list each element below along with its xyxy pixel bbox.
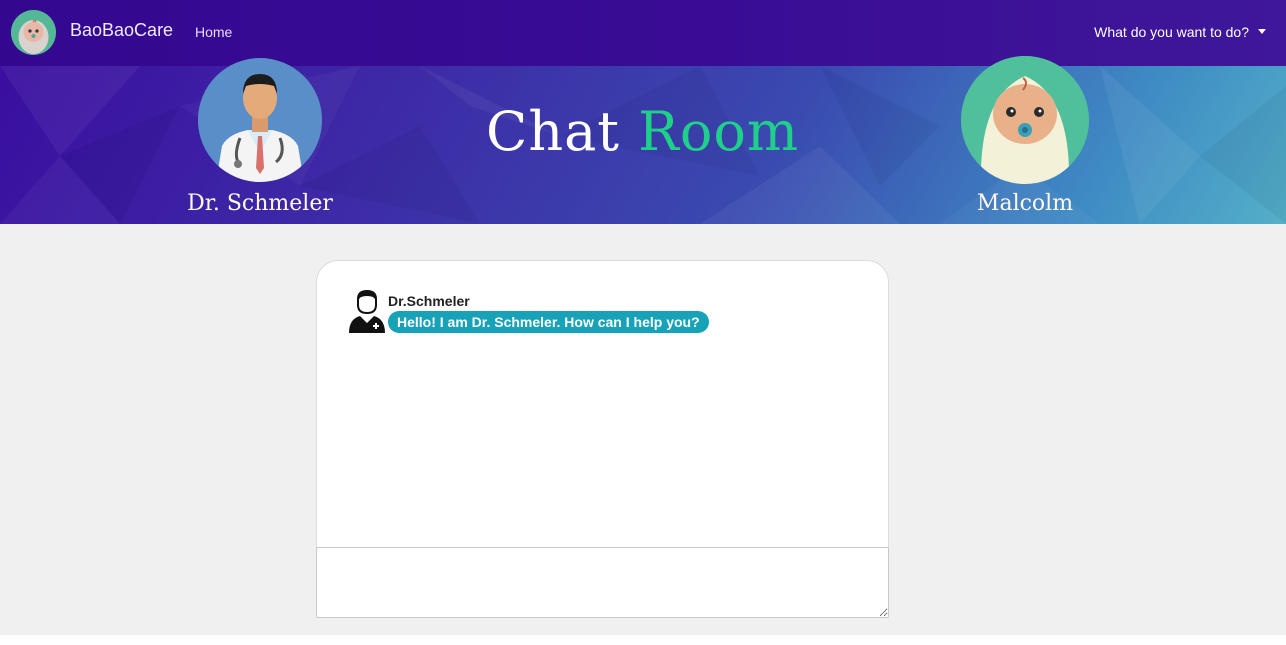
nav-home-link[interactable]: Home xyxy=(195,24,232,40)
navbar: BaoBaoCare Home What do you want to do? xyxy=(0,0,1286,66)
message-bubble: Hello! I am Dr. Schmeler. How can I help… xyxy=(388,311,709,333)
brand-name[interactable]: BaoBaoCare xyxy=(70,20,173,41)
actions-dropdown[interactable]: What do you want to do? xyxy=(1094,24,1266,40)
page-title: Chat Room xyxy=(486,100,799,163)
baby-avatar xyxy=(961,56,1089,184)
doctor-name: Dr. Schmeler xyxy=(187,191,333,216)
message-sender: Dr.Schmeler xyxy=(388,293,470,309)
baby-name: Malcolm xyxy=(976,191,1074,216)
title-chat: Chat xyxy=(486,100,620,163)
actions-dropdown-label: What do you want to do? xyxy=(1094,24,1249,40)
chat-input[interactable] xyxy=(316,547,889,618)
doctor-icon xyxy=(347,289,387,333)
brand-logo-icon[interactable] xyxy=(11,10,56,55)
title-room: Room xyxy=(638,100,800,163)
doctor-avatar xyxy=(198,58,322,182)
caret-down-icon xyxy=(1258,28,1266,34)
